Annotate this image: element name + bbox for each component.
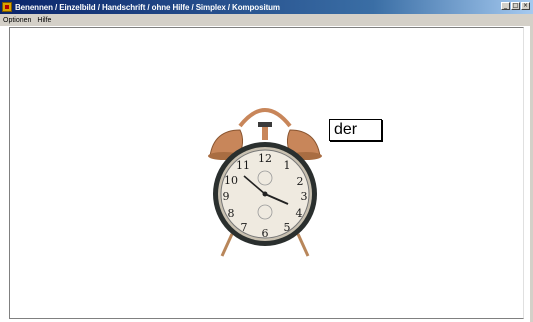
svg-text:7: 7	[241, 221, 248, 234]
svg-text:10: 10	[224, 174, 238, 187]
close-button[interactable]: ×	[521, 2, 530, 10]
title-bar[interactable]: Benennen / Einzelbild / Handschrift / oh…	[0, 0, 533, 14]
svg-text:2: 2	[297, 175, 304, 188]
answer-field[interactable]: der	[329, 119, 382, 141]
svg-text:5: 5	[284, 221, 291, 234]
window-controls: _ □ ×	[501, 2, 530, 10]
minimize-button[interactable]: _	[501, 2, 510, 10]
menu-bar: Optionen Hilfe	[0, 14, 533, 27]
app-icon[interactable]	[2, 2, 12, 12]
menu-optionen[interactable]: Optionen	[0, 17, 34, 24]
maximize-button[interactable]: □	[511, 2, 520, 10]
alarm-clock-image: 12 1 2 3 4 5 6 7 8 9 10 11	[208, 108, 322, 257]
svg-text:9: 9	[223, 190, 230, 203]
window-title: Benennen / Einzelbild / Handschrift / oh…	[15, 2, 280, 12]
svg-text:6: 6	[262, 227, 269, 240]
svg-text:1: 1	[284, 159, 291, 172]
svg-text:11: 11	[236, 159, 250, 172]
svg-text:4: 4	[296, 207, 303, 220]
svg-text:8: 8	[228, 207, 235, 220]
svg-text:12: 12	[258, 152, 272, 165]
svg-text:3: 3	[301, 190, 308, 203]
menu-hilfe[interactable]: Hilfe	[34, 17, 54, 24]
